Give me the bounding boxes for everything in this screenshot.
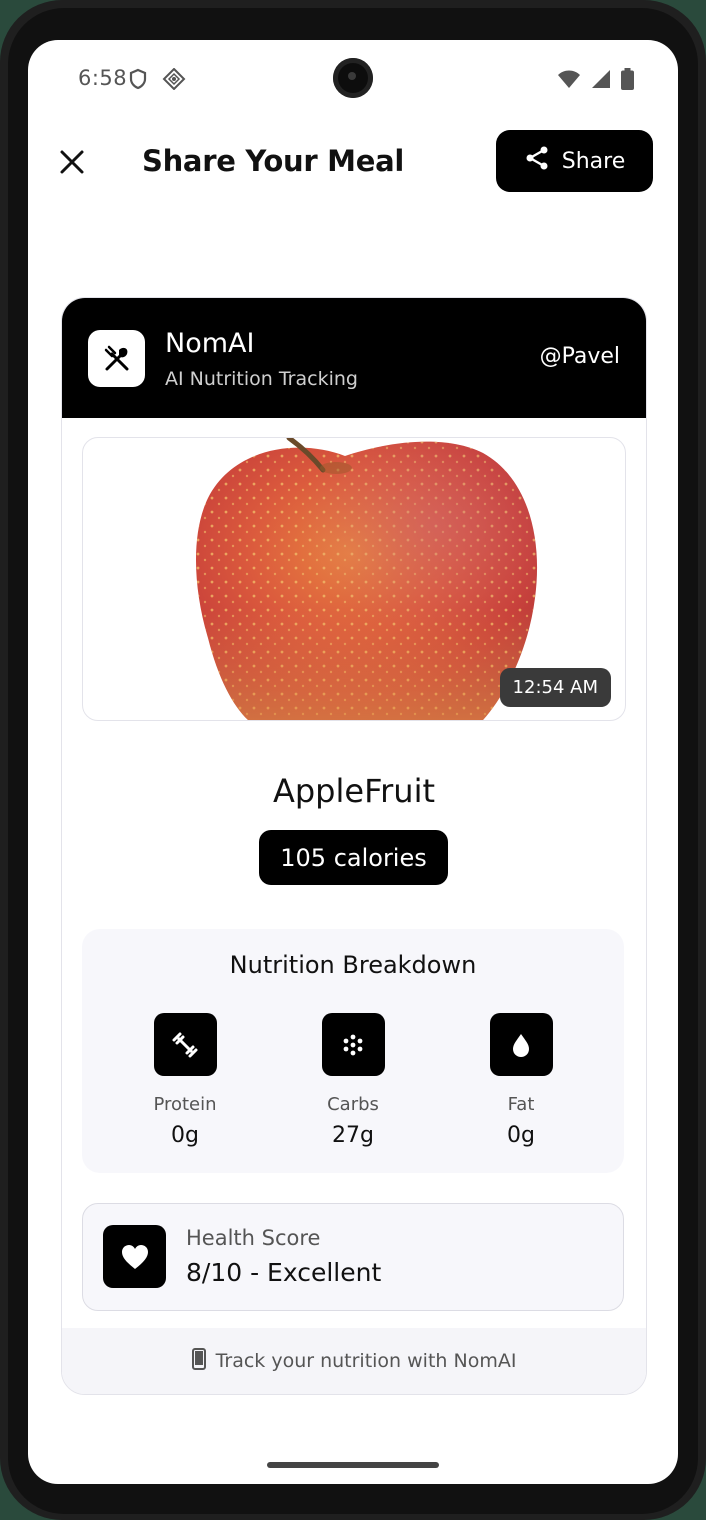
close-icon bbox=[60, 150, 84, 174]
wifi-icon bbox=[557, 69, 581, 93]
share-button[interactable]: Share bbox=[496, 130, 653, 192]
screen: 6:58 Share Your Meal Share NomAI AI Nutr… bbox=[28, 40, 678, 1484]
nutrition-breakdown: Nutrition Breakdown Protein 0g Carbs 27g… bbox=[82, 929, 624, 1173]
calories-badge: 105 calories bbox=[259, 830, 448, 885]
phone-icon bbox=[191, 1347, 206, 1375]
brand-name: NomAI bbox=[165, 328, 255, 359]
data-saver-icon bbox=[162, 67, 186, 94]
nutrition-item-carbs: Carbs 27g bbox=[288, 1013, 418, 1148]
card-header: NomAI AI Nutrition Tracking @Pavel bbox=[62, 298, 646, 418]
brand-tagline: AI Nutrition Tracking bbox=[165, 368, 358, 390]
utensils-icon bbox=[104, 345, 128, 370]
username: @Pavel bbox=[539, 344, 620, 369]
meal-photo: 12:54 AM bbox=[82, 437, 626, 721]
page-title: Share Your Meal bbox=[142, 144, 405, 178]
share-label: Share bbox=[561, 148, 626, 174]
meal-name: AppleFruit bbox=[272, 772, 436, 810]
nutrition-title: Nutrition Breakdown bbox=[229, 951, 477, 979]
status-bar: 6:58 bbox=[28, 40, 678, 120]
carbs-label: Carbs bbox=[327, 1094, 379, 1115]
shield-icon bbox=[128, 68, 148, 94]
carbs-value: 27g bbox=[332, 1123, 374, 1148]
drop-icon bbox=[489, 1013, 553, 1076]
nutrition-item-protein: Protein 0g bbox=[120, 1013, 250, 1148]
status-time: 6:58 bbox=[78, 66, 128, 90]
health-score-value: 8/10 - Excellent bbox=[186, 1258, 382, 1287]
health-score-label: Health Score bbox=[186, 1226, 321, 1250]
fat-value: 0g bbox=[507, 1123, 535, 1148]
signal-icon bbox=[591, 69, 611, 93]
app-logo bbox=[88, 330, 145, 387]
fat-label: Fat bbox=[507, 1094, 535, 1115]
front-camera bbox=[333, 58, 373, 98]
card-footer: Track your nutrition with NomAI bbox=[62, 1328, 646, 1394]
nutrition-item-fat: Fat 0g bbox=[456, 1013, 586, 1148]
photo-time-badge: 12:54 AM bbox=[499, 668, 611, 707]
home-indicator[interactable] bbox=[267, 1462, 439, 1468]
grain-icon bbox=[321, 1013, 385, 1076]
dumbbell-icon bbox=[153, 1013, 217, 1076]
protein-label: Protein bbox=[153, 1094, 217, 1115]
health-score-panel: Health Score 8/10 - Excellent bbox=[82, 1203, 624, 1311]
top-bar: Share Your Meal Share bbox=[28, 130, 678, 194]
share-card: NomAI AI Nutrition Tracking @Pavel 12:54… bbox=[61, 297, 647, 1395]
heart-icon bbox=[103, 1225, 166, 1288]
footer-text: Track your nutrition with NomAI bbox=[215, 1350, 517, 1372]
system-icons bbox=[557, 68, 634, 94]
share-icon bbox=[524, 145, 550, 177]
protein-value: 0g bbox=[171, 1123, 199, 1148]
close-button[interactable] bbox=[54, 144, 90, 180]
battery-icon bbox=[621, 68, 634, 94]
